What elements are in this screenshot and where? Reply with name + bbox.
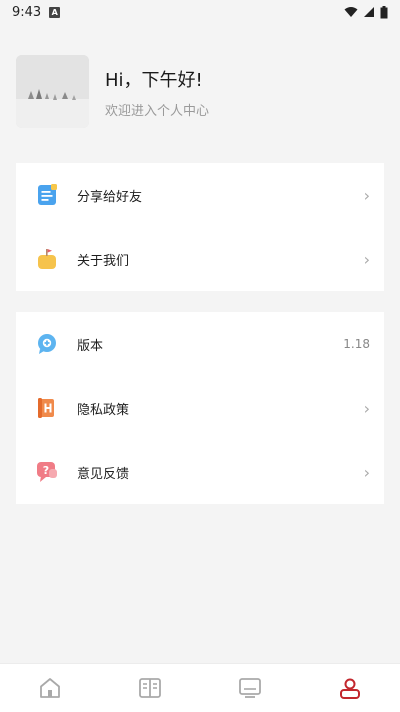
greeting-subtitle: 欢迎进入个人中心 [105,103,210,119]
menu-item-label: 分享给好友 [77,189,143,205]
status-bar: 9:43 A [0,0,400,24]
chevron-right-icon: › [363,185,370,205]
monitor-icon [239,678,261,698]
book-icon [139,678,161,698]
greeting-title: Hi，下午好! [105,69,203,91]
menu-item-about[interactable]: 关于我们 › [16,227,384,291]
notification-a-icon: A [49,6,61,18]
menu-item-label: 关于我们 [77,253,130,269]
share-doc-icon [36,184,58,206]
winter-landscape-image [16,54,89,128]
menu-item-feedback[interactable]: ? 意见反馈 › [16,440,384,504]
about-bag-icon [36,248,58,270]
avatar[interactable] [16,54,89,128]
nav-home[interactable] [20,664,80,712]
nav-video[interactable] [220,664,280,712]
menu-item-share[interactable]: 分享给好友 › [16,163,384,227]
chevron-right-icon: › [363,249,370,269]
profile-header: Hi，下午好! 欢迎进入个人中心 [16,54,386,128]
chevron-right-icon: › [363,398,370,418]
menu-card-info: 版本 1.18 隐私政策 › ? 意见反馈 › [16,312,384,504]
wifi-icon [344,7,358,17]
menu-item-version[interactable]: 版本 1.18 [16,312,384,376]
nav-profile[interactable] [320,664,380,712]
battery-icon [380,5,388,18]
status-time: 9:43 [12,4,42,20]
feedback-question-icon: ? [36,461,58,483]
version-value: 1.18 [343,337,370,351]
menu-item-label: 意见反馈 [77,466,130,482]
menu-item-label: 隐私政策 [77,402,130,418]
privacy-h-icon [36,397,58,419]
profile-icon [340,678,360,699]
menu-card-general: 分享给好友 › 关于我们 › [16,163,384,291]
home-icon [40,678,60,698]
svg-text:?: ? [43,464,49,477]
menu-item-label: 版本 [77,338,104,354]
chevron-right-icon: › [363,462,370,482]
version-chat-icon [36,333,58,355]
bottom-navigation [0,663,400,712]
nav-books[interactable] [120,664,180,712]
signal-icon [364,7,374,17]
menu-item-privacy[interactable]: 隐私政策 › [16,376,384,440]
